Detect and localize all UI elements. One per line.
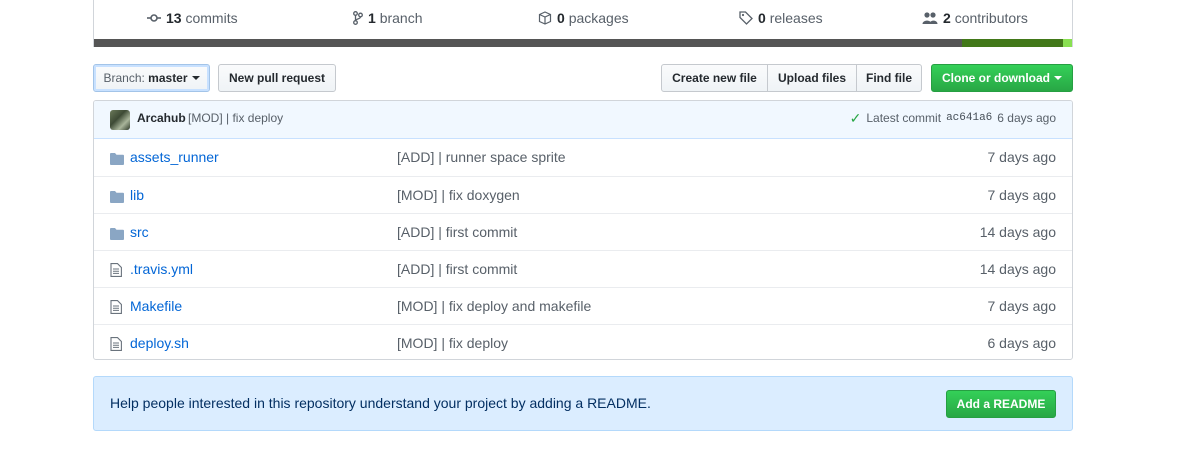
chevron-down-icon bbox=[1054, 76, 1062, 80]
packages-label: packages bbox=[568, 10, 629, 26]
branches-link[interactable]: 1 branch bbox=[353, 9, 423, 27]
branch-select-button[interactable]: Branch: master bbox=[93, 64, 210, 92]
folder-icon bbox=[110, 152, 124, 168]
releases-label: releases bbox=[769, 10, 823, 26]
repo-summary: 13 commits 1 branch 0 packages 0 release… bbox=[93, 0, 1073, 47]
packages-count: 0 bbox=[557, 10, 565, 26]
contributors-count: 2 bbox=[943, 10, 951, 26]
commits-link[interactable]: 13 commits bbox=[147, 9, 238, 27]
file-commit-message-link[interactable]: [ADD] | first commit bbox=[397, 224, 517, 240]
packages-link[interactable]: 0 packages bbox=[538, 9, 629, 27]
file-age: 7 days ago bbox=[987, 298, 1057, 314]
file-row: assets_runner [ADD] | runner space sprite… bbox=[94, 139, 1072, 176]
branch-prefix: Branch: bbox=[103, 71, 145, 85]
file-row: src [ADD] | first commit 14 days ago bbox=[94, 213, 1072, 250]
branch-icon bbox=[353, 11, 363, 25]
file-commit-message-link[interactable]: [MOD] | fix deploy and makefile bbox=[397, 298, 591, 314]
language-segment[interactable] bbox=[962, 39, 1064, 47]
file-name-link[interactable]: Makefile bbox=[130, 298, 182, 314]
create-new-file-button[interactable]: Create new file bbox=[661, 64, 768, 92]
commit-message-link[interactable]: [MOD] | fix deploy bbox=[188, 111, 283, 125]
releases-count: 0 bbox=[758, 10, 766, 26]
folder-icon bbox=[110, 227, 124, 243]
folder-icon bbox=[110, 190, 124, 206]
commits-label: commits bbox=[185, 10, 238, 26]
file-icon bbox=[110, 263, 122, 280]
contributors-link[interactable]: 2 contributors bbox=[922, 9, 1028, 27]
file-actions-group: Create new file Upload files Find file bbox=[661, 64, 922, 92]
commit-age: 6 days ago bbox=[997, 111, 1056, 125]
file-list: assets_runner [ADD] | runner space sprite… bbox=[94, 139, 1072, 359]
new-pull-request-button[interactable]: New pull request bbox=[218, 64, 336, 92]
upload-files-button[interactable]: Upload files bbox=[767, 64, 857, 92]
clone-download-label: Clone or download bbox=[942, 71, 1050, 85]
commit-icon bbox=[147, 14, 161, 22]
branches-count: 1 bbox=[368, 10, 376, 26]
file-commit-message-link[interactable]: [MOD] | fix deploy bbox=[397, 335, 508, 351]
latest-commit-label: Latest commit bbox=[866, 111, 942, 125]
language-segment[interactable] bbox=[94, 39, 963, 47]
commit-sha-link[interactable]: ac641a6 bbox=[946, 112, 992, 124]
file-row: .travis.yml [ADD] | first commit 14 days a… bbox=[94, 250, 1072, 287]
clone-download-button[interactable]: Clone or download bbox=[931, 64, 1073, 92]
latest-commit-info: ✓ Latest commit ac641a6 6 days ago bbox=[850, 111, 1056, 125]
file-row: deploy.sh [MOD] | fix deploy 6 days ago bbox=[94, 324, 1072, 359]
file-name-link[interactable]: assets_runner bbox=[130, 149, 219, 165]
language-bar[interactable] bbox=[94, 39, 1072, 47]
package-icon bbox=[538, 11, 552, 25]
file-age: 14 days ago bbox=[979, 224, 1056, 240]
branch-name: master bbox=[148, 71, 188, 85]
contributors-label: contributors bbox=[954, 10, 1028, 26]
file-age: 7 days ago bbox=[987, 149, 1057, 165]
file-name-link[interactable]: lib bbox=[130, 187, 144, 203]
readme-prompt: Help people interested in this repositor… bbox=[93, 376, 1073, 431]
add-readme-button[interactable]: Add a README bbox=[946, 390, 1056, 418]
file-commit-message-link[interactable]: [ADD] | runner space sprite bbox=[397, 149, 566, 165]
readme-prompt-text: Help people interested in this repositor… bbox=[110, 395, 651, 411]
file-icon bbox=[110, 300, 122, 317]
file-commit-message-link[interactable]: [MOD] | fix doxygen bbox=[397, 187, 520, 203]
file-row: lib [MOD] | fix doxygen 7 days ago bbox=[94, 176, 1072, 213]
latest-commit-bar: Arcahub [MOD] | fix deploy ✓ Latest comm… bbox=[94, 101, 1072, 139]
releases-link[interactable]: 0 releases bbox=[739, 9, 823, 27]
tag-icon bbox=[739, 11, 753, 25]
file-navigation-table: Arcahub [MOD] | fix deploy ✓ Latest comm… bbox=[93, 100, 1073, 360]
file-commit-message-link[interactable]: [ADD] | first commit bbox=[397, 261, 517, 277]
chevron-down-icon bbox=[191, 76, 200, 80]
commits-count: 13 bbox=[166, 10, 182, 26]
check-icon: ✓ bbox=[849, 110, 862, 126]
branches-label: branch bbox=[379, 10, 423, 26]
people-icon bbox=[922, 12, 938, 24]
file-name-link[interactable]: src bbox=[130, 224, 149, 240]
file-name-link[interactable]: .travis.yml bbox=[130, 261, 193, 277]
file-age: 6 days ago bbox=[987, 335, 1057, 351]
find-file-button[interactable]: Find file bbox=[856, 64, 922, 92]
file-age: 14 days ago bbox=[979, 261, 1056, 277]
avatar[interactable] bbox=[110, 110, 130, 130]
language-segment[interactable] bbox=[1063, 39, 1072, 47]
commit-author-link[interactable]: Arcahub bbox=[137, 111, 186, 125]
file-age: 7 days ago bbox=[987, 187, 1057, 203]
file-name-link[interactable]: deploy.sh bbox=[130, 335, 189, 351]
file-row: Makefile [MOD] | fix deploy and makefile 7… bbox=[94, 287, 1072, 324]
file-icon bbox=[110, 337, 122, 354]
